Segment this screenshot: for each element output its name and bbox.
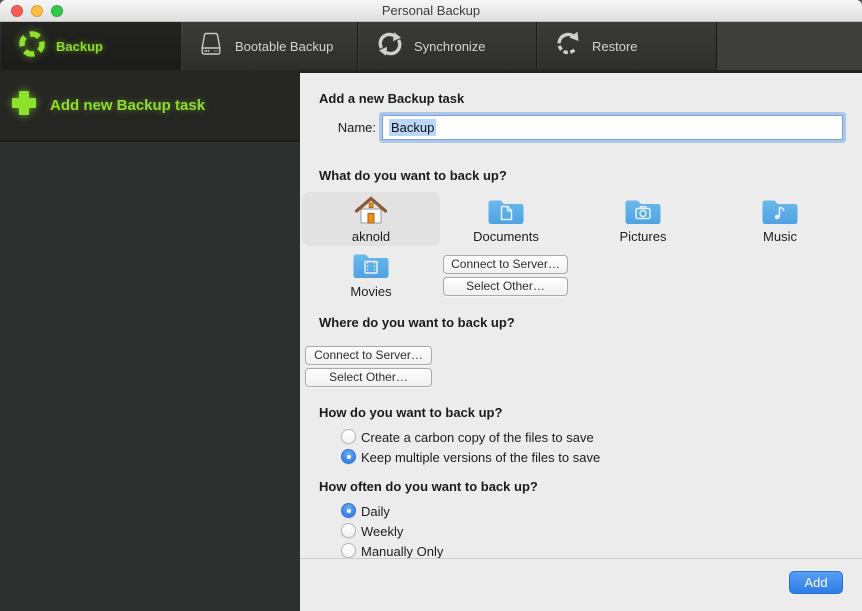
source-label-music: Music (763, 229, 797, 244)
tab-bootable-backup-label: Bootable Backup (235, 38, 334, 54)
radio-carbon-copy[interactable] (341, 429, 356, 444)
radio-carbon-copy-label: Create a carbon copy of the files to sav… (361, 430, 594, 445)
tab-synchronize-label: Synchronize (414, 38, 486, 54)
source-item-aknold[interactable] (302, 194, 440, 233)
often-section-heading: How often do you want to back up? (319, 479, 538, 494)
backup-ring-icon (17, 29, 47, 64)
task-name-input[interactable]: Backup (382, 115, 843, 140)
source-item-music[interactable] (711, 196, 849, 231)
radio-manually-only[interactable] (341, 543, 356, 558)
what-select-other-button[interactable]: Select Other… (443, 277, 568, 296)
where-section-heading: Where do you want to back up? (319, 315, 515, 330)
source-label-movies: Movies (350, 284, 392, 299)
footer-bar: Add (300, 558, 862, 611)
plus-icon (9, 88, 39, 123)
radio-weekly[interactable] (341, 523, 356, 538)
tab-backup-label: Backup (56, 38, 103, 54)
tab-backup[interactable]: Backup (0, 22, 181, 70)
how-section-heading: How do you want to back up? (319, 405, 503, 420)
add-button[interactable]: Add (789, 571, 843, 594)
minimize-icon[interactable] (31, 5, 43, 17)
sync-arrows-icon (375, 29, 405, 64)
source-label-documents: Documents (473, 229, 539, 244)
source-item-documents[interactable] (437, 196, 575, 231)
task-name-value: Backup (389, 119, 437, 136)
form-scroll-area: Add a new Backup task Name: Backup What … (300, 70, 862, 558)
app-window: Personal Backup Backup Bootable Backup S… (0, 0, 862, 611)
what-connect-to-server-button[interactable]: Connect to Server… (443, 255, 568, 274)
tab-synchronize[interactable]: Synchronize (358, 22, 537, 70)
tab-bootable-backup[interactable]: Bootable Backup (181, 22, 358, 70)
zoom-icon[interactable] (51, 5, 63, 17)
drive-icon (196, 29, 226, 64)
radio-daily[interactable] (341, 503, 356, 518)
panel-top-edge (300, 70, 862, 73)
where-connect-to-server-button[interactable]: Connect to Server… (305, 346, 432, 365)
task-list-empty-area (0, 142, 300, 611)
sidebar: Add new Backup task (0, 70, 300, 611)
where-select-other-button[interactable]: Select Other… (305, 368, 432, 387)
traffic-lights (11, 5, 63, 17)
source-item-pictures[interactable] (574, 196, 712, 231)
home-icon (353, 194, 389, 233)
radio-weekly-label: Weekly (361, 524, 404, 539)
folder-pictures-icon (624, 196, 662, 231)
folder-music-icon (761, 196, 799, 231)
source-label-aknold: aknold (351, 229, 391, 244)
restore-arrow-icon (553, 29, 583, 64)
add-new-backup-task-label: Add new Backup task (50, 96, 206, 114)
radio-multiple-versions[interactable] (341, 449, 356, 464)
add-new-backup-task-button[interactable]: Add new Backup task (0, 70, 300, 142)
folder-movies-icon (352, 250, 390, 285)
name-label: Name: (337, 120, 376, 135)
window-title: Personal Backup (381, 3, 481, 18)
tab-restore[interactable]: Restore (537, 22, 717, 70)
radio-manually-only-label: Manually Only (361, 544, 444, 558)
close-icon[interactable] (11, 5, 23, 17)
titlebar: Personal Backup (0, 0, 862, 22)
what-section-heading: What do you want to back up? (319, 168, 507, 183)
radio-multiple-versions-label: Keep multiple versions of the files to s… (361, 450, 601, 465)
toolbar-filler (717, 22, 862, 70)
add-section-heading: Add a new Backup task (319, 91, 465, 106)
tab-restore-label: Restore (592, 38, 638, 54)
folder-documents-icon (487, 196, 525, 231)
radio-daily-label: Daily (361, 504, 390, 519)
main-panel: Add a new Backup task Name: Backup What … (300, 70, 862, 611)
source-label-pictures: Pictures (619, 229, 667, 244)
source-item-movies[interactable] (302, 250, 440, 285)
toolbar: Backup Bootable Backup Synchronize Resto… (0, 22, 862, 70)
